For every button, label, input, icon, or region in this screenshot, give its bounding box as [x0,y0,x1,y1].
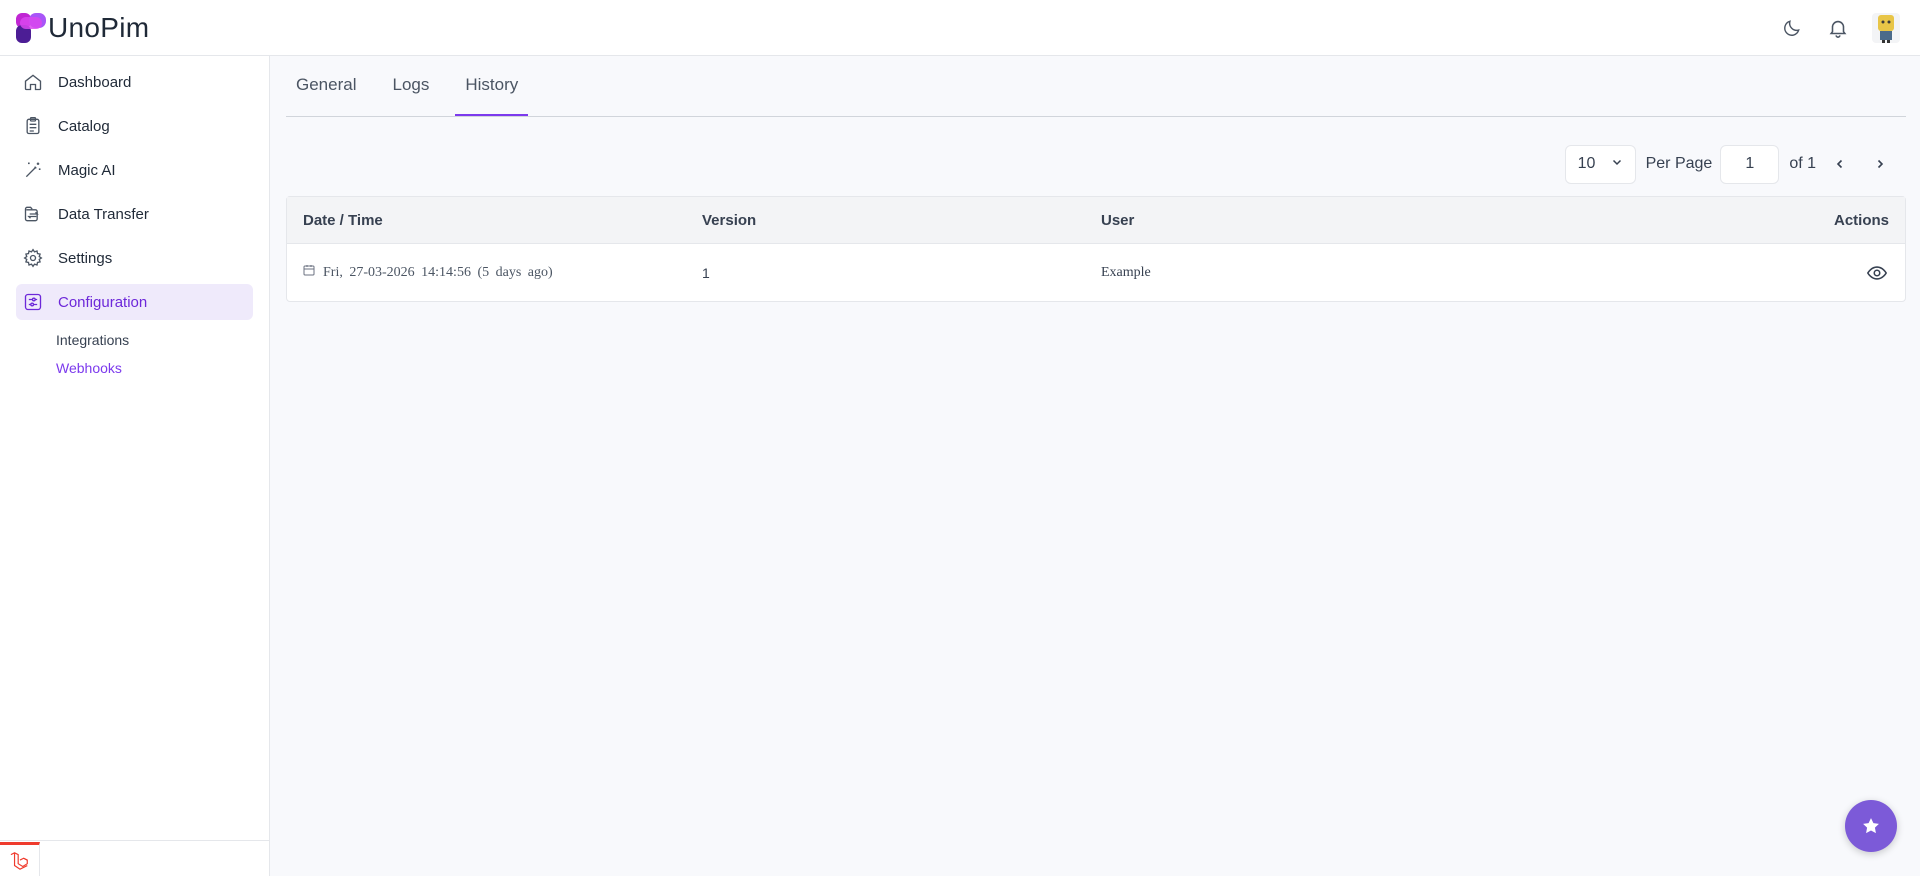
chevron-left-icon [1836,159,1843,169]
table-header: Date / Time Version User Actions [287,197,1905,244]
sidebar-item-label: Configuration [58,293,148,311]
cell-datetime: Fri, 27-03-2026 14:14:56 (5 days ago) [303,264,702,281]
home-icon [22,71,44,93]
tab-bar: General Logs History [286,56,1906,117]
column-header-datetime[interactable]: Date / Time [303,212,702,229]
sidebar-item-label: Catalog [58,117,110,135]
transfer-icon [22,203,44,225]
magic-wand-icon [22,159,44,181]
calendar-icon [303,264,315,281]
gear-icon [22,247,44,269]
sidebar-item-catalog[interactable]: Catalog [16,108,253,144]
sidebar-subitem-webhooks[interactable]: Webhooks [56,354,253,382]
table-row: Fri, 27-03-2026 14:14:56 (5 days ago) 1 … [287,244,1905,301]
history-table: Date / Time Version User Actions Fri, 27… [286,196,1906,302]
sidebar-item-magic-ai[interactable]: Magic AI [16,152,253,188]
prev-page-button[interactable] [1824,148,1856,180]
sidebar-item-label: Magic AI [58,161,116,179]
page-number-input[interactable] [1720,144,1780,184]
column-header-user[interactable]: User [1101,212,1500,229]
star-icon [1863,818,1879,834]
sidebar-item-configuration[interactable]: Configuration [16,284,253,320]
top-header: UnoPim [0,0,1920,56]
view-button[interactable] [1863,259,1891,287]
sliders-icon [22,291,44,313]
star-fab-button[interactable] [1845,800,1897,852]
sidebar-item-settings[interactable]: Settings [16,240,253,276]
pagination: 10 Per Page of 1 [286,144,1906,184]
per-page-select[interactable]: 10 [1564,144,1636,184]
clipboard-icon [22,115,44,137]
eye-icon [1866,265,1888,280]
column-header-version[interactable]: Version [702,212,1101,229]
per-page-value: 10 [1577,155,1596,172]
moon-icon[interactable] [1780,16,1804,40]
cell-actions [1863,259,1889,287]
sidebar-item-label: Settings [58,249,113,267]
logo-text: UnoPim [48,11,150,43]
bell-icon[interactable] [1826,16,1850,40]
tab-logs[interactable]: Logs [382,55,439,116]
unopim-logo-icon [16,12,46,43]
datetime-text: Fri, 27-03-2026 14:14:56 (5 days ago) [323,264,553,280]
chevron-right-icon [1877,159,1884,169]
sidebar-item-data-transfer[interactable]: Data Transfer [16,196,253,232]
column-header-actions: Actions [1833,211,1889,229]
sidebar-item-dashboard[interactable]: Dashboard [16,64,253,100]
main-content: General Logs History 10 Per Page of 1 Da… [286,56,1906,302]
tab-history[interactable]: History [455,55,529,116]
chevron-down-icon [1611,155,1623,173]
user-avatar[interactable] [1872,12,1900,43]
page-total-label: of 1 [1789,155,1816,172]
sidebar-subitem-integrations[interactable]: Integrations [56,326,253,354]
per-page-label: Per Page [1645,155,1713,172]
sidebar-item-label: Data Transfer [58,205,149,223]
next-page-button[interactable] [1864,148,1896,180]
cell-user: Example [1101,264,1151,280]
laravel-icon[interactable] [0,842,40,876]
tab-general[interactable]: General [286,55,366,116]
sidebar: Dashboard Catalog Magic AI Data Transfer… [0,56,270,876]
sidebar-item-label: Dashboard [58,73,132,91]
app-logo[interactable]: UnoPim [16,12,149,44]
sidebar-footer [0,840,269,876]
cell-version: 1 [702,264,710,281]
